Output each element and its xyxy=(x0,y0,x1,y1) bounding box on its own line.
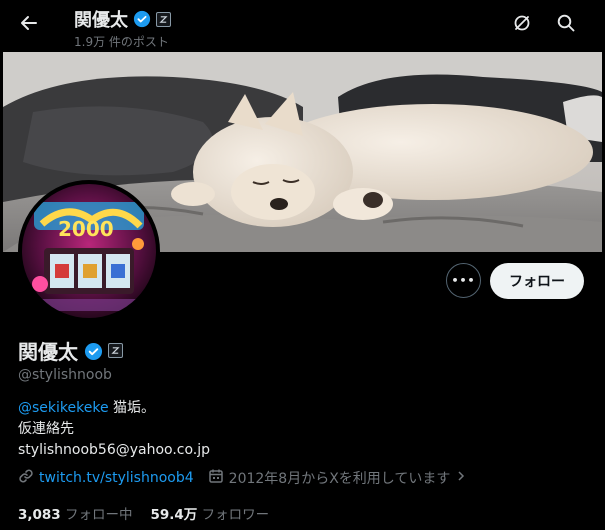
back-arrow-icon xyxy=(19,13,39,37)
bio-mention-link[interactable]: @sekikekeke xyxy=(18,400,109,416)
followers-label: フォロワー xyxy=(201,507,270,523)
following-count: 3,083 xyxy=(18,507,61,523)
calendar-icon xyxy=(208,468,224,488)
bio-email: stylishnoob56@yahoo.co.jp xyxy=(18,442,211,458)
profile-handle: @stylishnoob xyxy=(18,367,112,383)
followers-count: 59.4万 xyxy=(150,507,198,523)
header-title-row: 関優太 xyxy=(74,6,171,32)
joined-date-item[interactable]: 2012年8月からXを利用しています xyxy=(208,468,468,488)
svg-text:2000: 2000 xyxy=(58,217,114,241)
post-count: 1.9万 件のポスト xyxy=(74,35,169,49)
profile-meta: twitch.tv/stylishnoob4 2012年8月からXを利用していま… xyxy=(18,468,467,488)
follow-button[interactable]: フォロー xyxy=(490,263,584,299)
following-stat[interactable]: 3,083 フォロー中 xyxy=(18,503,133,523)
verified-badge-icon xyxy=(133,10,151,28)
profile-header: 関優太 1.9万 件のポスト xyxy=(0,0,605,52)
avatar-image: 2000 xyxy=(22,184,156,318)
profile-bio: @sekikekeke 猫垢。 仮連絡先 stylishnoob56@yahoo… xyxy=(18,398,210,461)
followers-stat[interactable]: 59.4万 フォロワー xyxy=(151,503,270,523)
affiliation-badge-icon[interactable] xyxy=(108,343,123,358)
profile-stats: 3,083 フォロー中 59.4万 フォロワー xyxy=(18,503,269,523)
affiliation-badge-icon[interactable] xyxy=(156,11,171,27)
avatar[interactable]: 2000 xyxy=(18,180,160,322)
grok-icon xyxy=(512,13,532,37)
profile-name-row: 関優太 xyxy=(18,336,123,365)
chevron-right-icon xyxy=(455,470,467,486)
link-icon xyxy=(18,468,34,488)
search-button[interactable] xyxy=(553,12,579,38)
following-label: フォロー中 xyxy=(65,507,133,523)
back-button[interactable] xyxy=(12,8,46,42)
joined-date: 2012年8月からXを利用しています xyxy=(228,471,451,487)
more-options-button[interactable]: ••• xyxy=(446,263,481,298)
bio-line: 仮連絡先 xyxy=(18,421,74,437)
grok-button[interactable] xyxy=(509,12,535,38)
more-icon: ••• xyxy=(451,274,476,287)
bio-text: 猫垢。 xyxy=(108,400,156,416)
verified-badge-icon[interactable] xyxy=(84,342,103,360)
profile-link-item: twitch.tv/stylishnoob4 xyxy=(18,468,194,488)
profile-website-link[interactable]: twitch.tv/stylishnoob4 xyxy=(39,470,194,486)
header-name: 関優太 xyxy=(74,10,128,31)
profile-name: 関優太 xyxy=(18,340,78,364)
search-icon xyxy=(556,13,576,37)
